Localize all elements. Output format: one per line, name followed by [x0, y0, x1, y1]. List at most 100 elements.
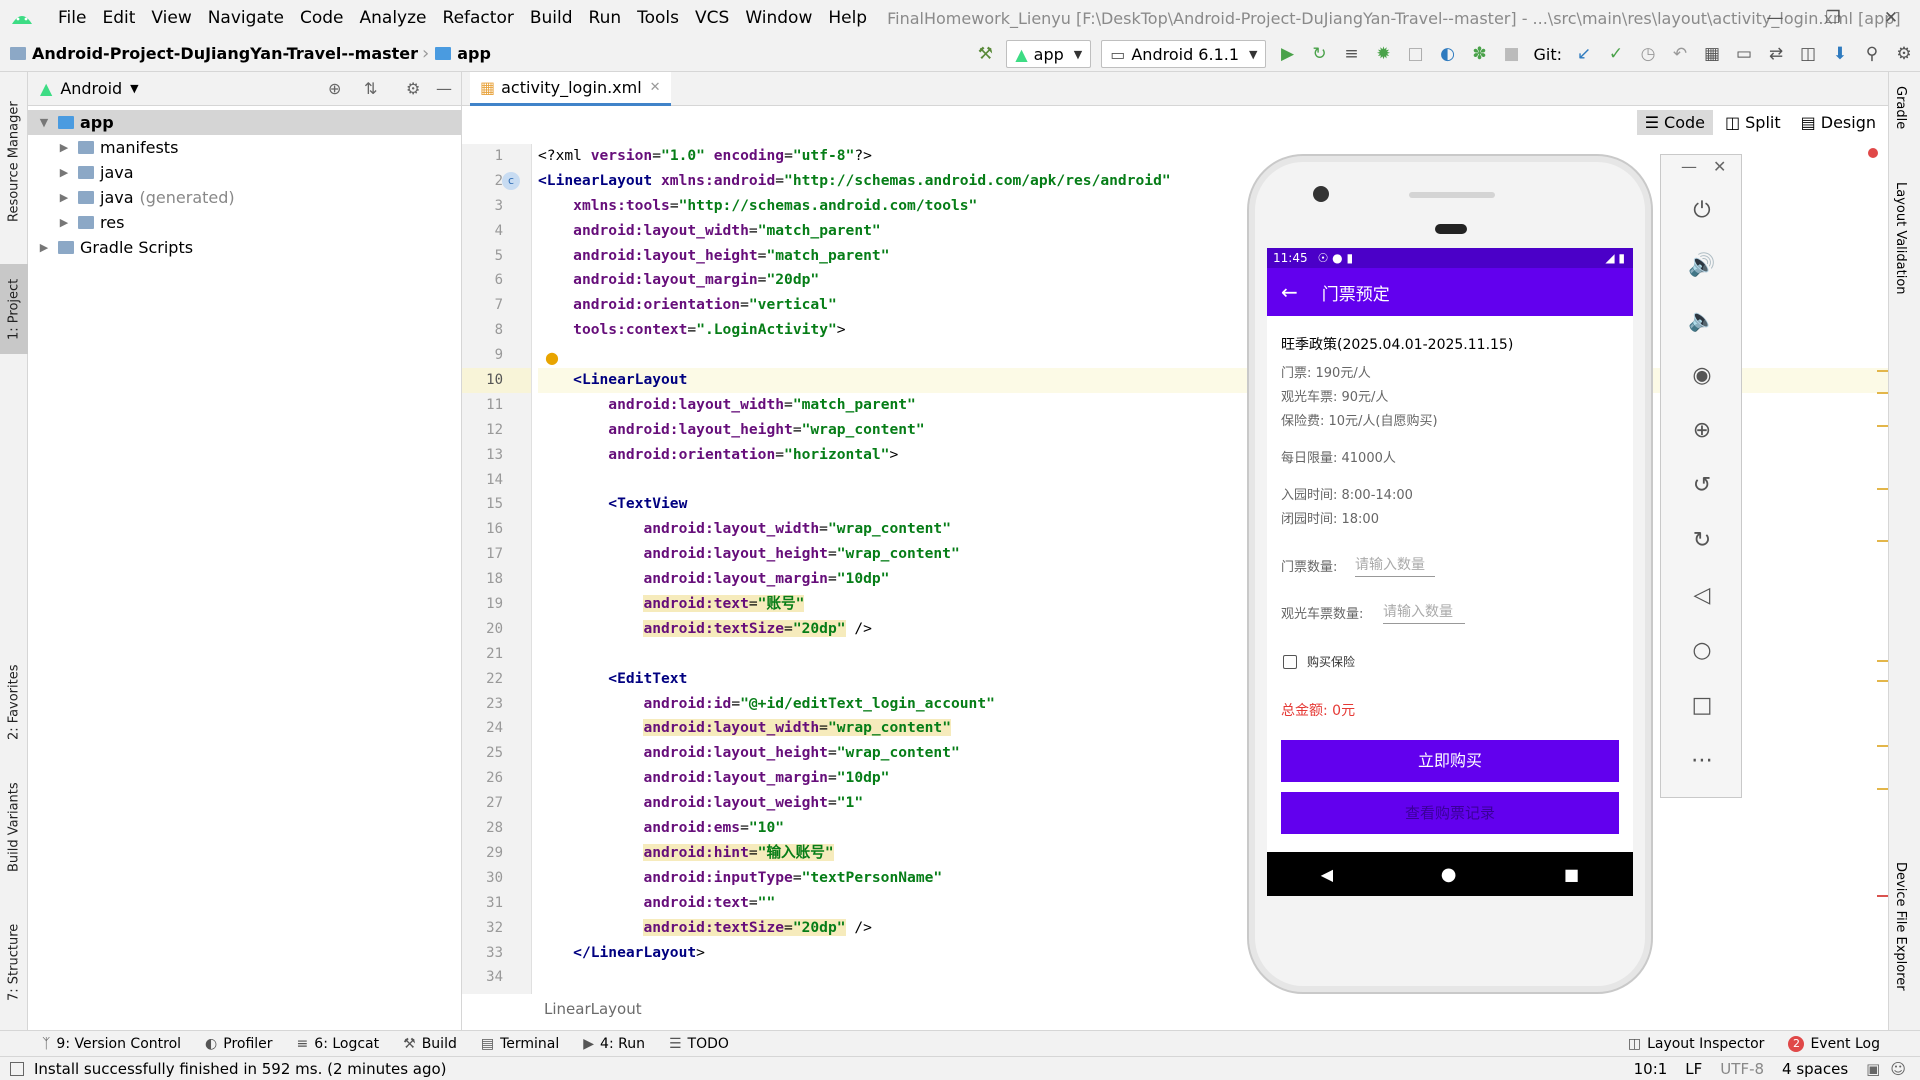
- close-tab-icon[interactable]: ✕: [650, 80, 661, 95]
- split-mode-button[interactable]: ◫ Split: [1717, 110, 1789, 135]
- screenshot-camera-icon[interactable]: ◉: [1686, 360, 1718, 392]
- hammer-build-icon[interactable]: ⚒: [969, 38, 1001, 70]
- code-line[interactable]: android:text="": [538, 891, 1888, 916]
- minimize-icon[interactable]: —: [1681, 157, 1697, 176]
- device-select[interactable]: ▭ Android 6.1.1 ▼: [1101, 40, 1267, 68]
- restore-icon[interactable]: ❐: [1804, 0, 1862, 36]
- chevron-right-icon[interactable]: ▶: [36, 241, 52, 254]
- file-encoding[interactable]: UTF-8: [1720, 1060, 1764, 1078]
- tab-gradle[interactable]: Gradle: [1893, 86, 1908, 129]
- class-gutter-icon[interactable]: c: [502, 172, 520, 190]
- zoom-icon[interactable]: ⊕: [1686, 415, 1718, 447]
- version-control-tab[interactable]: ᛉ 9: Version Control: [42, 1036, 181, 1052]
- profiler-tab[interactable]: ◐ Profiler: [205, 1036, 273, 1052]
- lock-icon[interactable]: ▣: [1866, 1060, 1880, 1078]
- menu-analyze[interactable]: Analyze: [352, 0, 435, 36]
- tab-activity-login-xml[interactable]: ▦ activity_login.xml ✕: [470, 72, 671, 106]
- git-commit-icon[interactable]: ✓: [1600, 38, 1632, 70]
- insurance-checkbox[interactable]: [1283, 655, 1297, 669]
- code-mode-button[interactable]: ☰ Code: [1636, 110, 1714, 135]
- code-line[interactable]: </LinearLayout>: [538, 941, 1888, 966]
- stop-icon[interactable]: ■: [1495, 38, 1527, 70]
- line-separator[interactable]: LF: [1685, 1060, 1702, 1078]
- chevron-right-icon[interactable]: ▶: [56, 216, 72, 229]
- inspector-person-icon[interactable]: ☺: [1890, 1060, 1906, 1078]
- git-history-icon[interactable]: ◷: [1632, 38, 1664, 70]
- collapse-all-icon[interactable]: ⇅: [364, 79, 377, 98]
- menu-navigate[interactable]: Navigate: [200, 0, 292, 36]
- project-structure-icon[interactable]: ▦: [1696, 38, 1728, 70]
- power-icon[interactable]: ⏻: [1686, 195, 1718, 227]
- caret-position[interactable]: 10:1: [1634, 1060, 1668, 1078]
- search-icon[interactable]: ⚲: [1856, 38, 1888, 70]
- menu-code[interactable]: Code: [292, 0, 352, 36]
- menu-edit[interactable]: Edit: [94, 0, 143, 36]
- menu-file[interactable]: File: [50, 0, 94, 36]
- tab-resource-manager[interactable]: Resource Manager: [0, 92, 28, 232]
- home-icon[interactable]: ○: [1686, 635, 1718, 667]
- more-icon[interactable]: ⋯: [1686, 745, 1718, 777]
- tree-item[interactable]: ▼ app: [28, 110, 461, 135]
- editor-breadcrumb[interactable]: LinearLayout: [544, 1000, 642, 1018]
- overview-icon[interactable]: □: [1686, 690, 1718, 722]
- locate-icon[interactable]: ⊕: [328, 79, 341, 98]
- rotate-right-icon[interactable]: ↻: [1686, 525, 1718, 557]
- todo-tab[interactable]: ☰ TODO: [669, 1036, 729, 1052]
- design-mode-button[interactable]: ▤ Design: [1793, 110, 1884, 135]
- tool-windows-icon[interactable]: [10, 1061, 24, 1076]
- chevron-down-icon[interactable]: ▼: [130, 82, 138, 95]
- profile-icon[interactable]: ◐: [1431, 38, 1463, 70]
- close-icon[interactable]: ✕: [1713, 157, 1726, 176]
- hide-icon[interactable]: —: [436, 79, 452, 98]
- indent-setting[interactable]: 4 spaces: [1782, 1060, 1848, 1078]
- device-manager-icon[interactable]: ◫: [1792, 38, 1824, 70]
- tab-structure[interactable]: 7: Structure: [0, 912, 28, 1012]
- tab-layout-validation[interactable]: Layout Validation: [1893, 182, 1908, 295]
- code-line[interactable]: android:inputType="textPersonName": [538, 866, 1888, 891]
- chevron-right-icon[interactable]: ▶: [56, 141, 72, 154]
- tab-favorites[interactable]: 2: Favorites: [0, 652, 28, 752]
- menu-view[interactable]: View: [143, 0, 199, 36]
- minimize-icon[interactable]: —: [1746, 0, 1804, 36]
- back-icon[interactable]: ◁: [1686, 580, 1718, 612]
- attach-process-icon[interactable]: ✽: [1463, 38, 1495, 70]
- tab-project[interactable]: 1: Project: [0, 264, 28, 354]
- breadcrumb-module[interactable]: app: [433, 44, 491, 63]
- chevron-down-icon[interactable]: ▼: [36, 116, 52, 129]
- tree-item[interactable]: ▶ java (generated): [28, 185, 461, 210]
- back-arrow-icon[interactable]: ←: [1281, 280, 1298, 304]
- menu-help[interactable]: Help: [820, 0, 875, 36]
- project-view-select[interactable]: Android: [60, 79, 122, 98]
- code-line[interactable]: android:textSize="20dp" />: [538, 916, 1888, 941]
- tab-device-file-explorer[interactable]: Device File Explorer: [1893, 862, 1908, 991]
- build-tab[interactable]: ⚒ Build: [403, 1036, 457, 1052]
- apply-changes-icon[interactable]: ↻: [1303, 38, 1335, 70]
- ticket-qty-input[interactable]: 请输入数量: [1355, 554, 1435, 577]
- tree-item[interactable]: ▶ Gradle Scripts: [28, 235, 461, 260]
- breadcrumb-project[interactable]: Android-Project-DuJiangYan-Travel--maste…: [0, 44, 418, 63]
- terminal-tab[interactable]: ▤ Terminal: [481, 1036, 559, 1052]
- close-icon[interactable]: ✕: [1862, 0, 1920, 36]
- gear-icon[interactable]: ⚙: [406, 79, 420, 98]
- attach-debugger-icon[interactable]: □: [1399, 38, 1431, 70]
- menu-run[interactable]: Run: [581, 0, 630, 36]
- chevron-right-icon[interactable]: ▶: [56, 166, 72, 179]
- git-rollback-icon[interactable]: ↶: [1664, 38, 1696, 70]
- run-tab[interactable]: ▶ 4: Run: [583, 1036, 645, 1052]
- menu-tools[interactable]: Tools: [629, 0, 687, 36]
- layout-inspector-tab[interactable]: ◫ Layout Inspector: [1628, 1036, 1765, 1052]
- buy-now-button[interactable]: 立即购买: [1281, 740, 1619, 782]
- nav-back-icon[interactable]: ◀: [1321, 865, 1333, 884]
- view-records-button[interactable]: 查看购票记录: [1281, 792, 1619, 834]
- menu-window[interactable]: Window: [737, 0, 820, 36]
- tree-item[interactable]: ▶ java: [28, 160, 461, 185]
- bus-qty-input[interactable]: 请输入数量: [1383, 601, 1465, 624]
- code-line[interactable]: android:hint="输入账号": [538, 841, 1888, 866]
- volume-up-icon[interactable]: 🔊: [1686, 250, 1718, 282]
- settings-icon[interactable]: ⚙: [1888, 38, 1920, 70]
- debug-icon[interactable]: ✹: [1367, 38, 1399, 70]
- run-config-select[interactable]: ▲ app ▼: [1006, 40, 1092, 68]
- rotate-left-icon[interactable]: ↺: [1686, 470, 1718, 502]
- menu-vcs[interactable]: VCS: [687, 0, 737, 36]
- event-log-tab[interactable]: 2 Event Log: [1788, 1035, 1880, 1052]
